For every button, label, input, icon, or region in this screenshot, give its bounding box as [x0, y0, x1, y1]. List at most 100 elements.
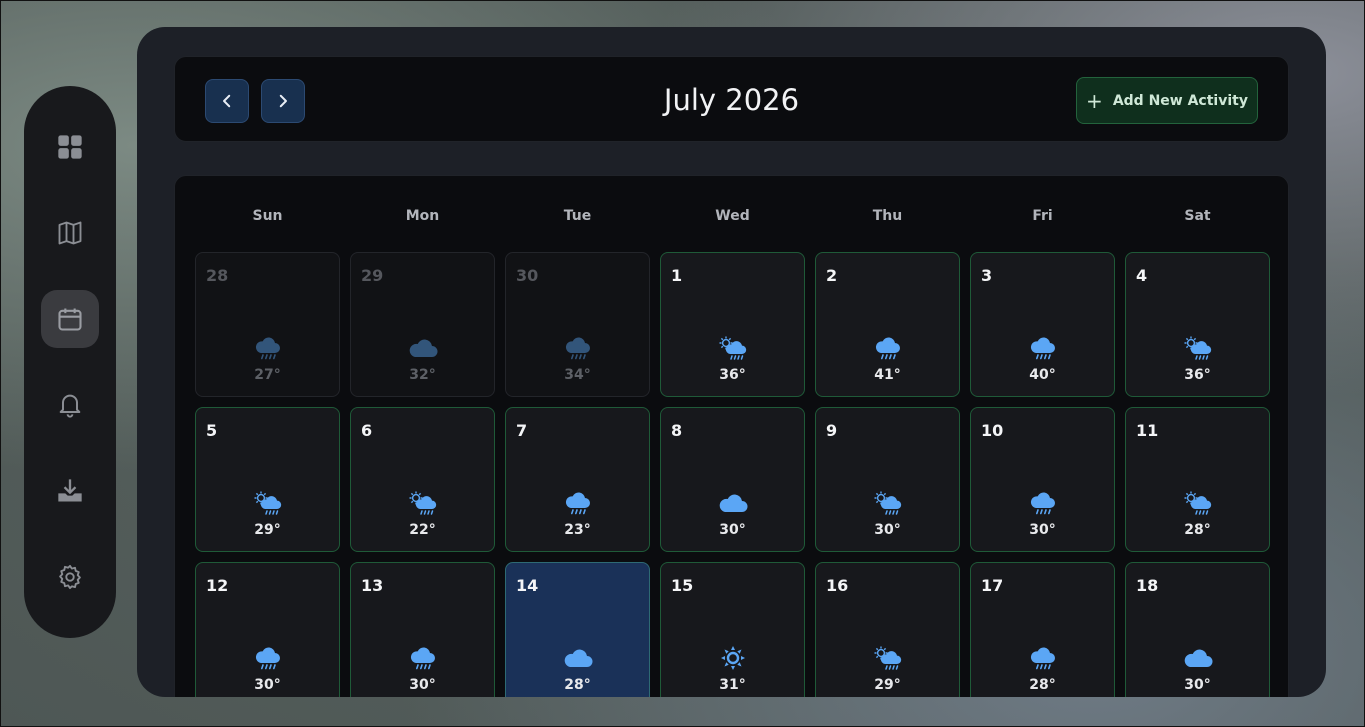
cloud-icon [718, 490, 748, 516]
calendar-day[interactable]: 2 41° [815, 252, 960, 397]
sun-icon [718, 645, 748, 671]
calendar-day[interactable]: 1 36° [660, 252, 805, 397]
weekday-label: Tue [563, 208, 592, 224]
day-temperature: 36° [1184, 367, 1211, 383]
cloud-icon [563, 645, 593, 671]
sun-rain-icon [1183, 490, 1213, 516]
rain-cloud-icon [1028, 645, 1058, 671]
calendar-day[interactable]: 16 29° [815, 562, 960, 697]
day-temperature: 29° [874, 677, 901, 693]
calendar-day[interactable]: 8 30° [660, 407, 805, 552]
day-number: 7 [516, 421, 528, 440]
calendar-day-today[interactable]: 14 28° [505, 562, 650, 697]
rain-cloud-icon [253, 335, 283, 361]
sun-rain-icon [1183, 335, 1213, 361]
day-temperature: 31° [719, 677, 746, 693]
calendar-day[interactable]: 29 32° [350, 252, 495, 397]
calendar-day[interactable]: 3 40° [970, 252, 1115, 397]
day-temperature: 30° [254, 677, 281, 693]
day-number: 5 [206, 421, 218, 440]
calendar-icon [58, 308, 82, 331]
sun-rain-icon [873, 645, 903, 671]
sidebar [24, 86, 116, 638]
add-activity-label: Add New Activity [1112, 92, 1248, 109]
rain-cloud-icon [408, 645, 438, 671]
rain-cloud-icon [1028, 490, 1058, 516]
day-number: 15 [671, 576, 694, 595]
sun-rain-icon [408, 490, 438, 516]
day-temperature: 28° [1184, 522, 1211, 538]
calendar-day[interactable]: 4 36° [1125, 252, 1270, 397]
day-temperature: 22° [409, 522, 436, 538]
day-temperature: 30° [1184, 677, 1211, 693]
day-number: 8 [671, 421, 683, 440]
calendar-day[interactable]: 6 22° [350, 407, 495, 552]
calendar-day[interactable]: 7 23° [505, 407, 650, 552]
day-number: 13 [361, 576, 384, 595]
calendar-day[interactable]: 9 30° [815, 407, 960, 552]
weekday-label: Sun [252, 208, 283, 224]
sun-rain-icon [718, 335, 748, 361]
sidebar-item-map[interactable] [41, 204, 99, 262]
dashboard-icon [58, 135, 82, 159]
day-number: 3 [981, 266, 993, 285]
day-temperature: 28° [1029, 677, 1056, 693]
calendar-header: July 2026 + Add New Activity [174, 56, 1289, 142]
sidebar-item-notifications[interactable] [41, 376, 99, 434]
sidebar-item-calendar[interactable] [41, 290, 99, 348]
rain-cloud-icon [253, 645, 283, 671]
day-number: 4 [1136, 266, 1148, 285]
day-temperature: 32° [409, 367, 436, 383]
sidebar-item-dashboard[interactable] [41, 118, 99, 176]
weekday-label: Thu [872, 208, 903, 224]
calendar-day[interactable]: 12 30° [195, 562, 340, 697]
sun-rain-icon [873, 490, 903, 516]
sun-rain-icon [253, 490, 283, 516]
day-number: 16 [826, 576, 849, 595]
day-number: 11 [1136, 421, 1159, 440]
sidebar-item-download[interactable] [41, 462, 99, 520]
calendar-day[interactable]: 18 30° [1125, 562, 1270, 697]
day-temperature: 30° [874, 522, 901, 538]
day-number: 29 [361, 266, 384, 285]
calendar-day[interactable]: 30 34° [505, 252, 650, 397]
calendar-panel: July 2026 + Add New Activity Sun Mon Tue We… [137, 27, 1326, 697]
map-icon [58, 221, 82, 245]
day-temperature: 36° [719, 367, 746, 383]
day-number: 18 [1136, 576, 1159, 595]
calendar-day[interactable]: 13 30° [350, 562, 495, 697]
day-temperature: 30° [409, 677, 436, 693]
day-temperature: 34° [564, 367, 591, 383]
rain-cloud-icon [563, 335, 593, 361]
calendar-day[interactable]: 15 31° [660, 562, 805, 697]
gear-icon [59, 564, 81, 590]
calendar-day[interactable]: 17 28° [970, 562, 1115, 697]
calendar-day[interactable]: 11 28° [1125, 407, 1270, 552]
cloud-icon [1183, 645, 1213, 671]
add-activity-button[interactable]: + Add New Activity [1076, 77, 1258, 124]
rain-cloud-icon [563, 490, 593, 516]
day-temperature: 30° [1029, 522, 1056, 538]
day-temperature: 27° [254, 367, 281, 383]
day-number: 30 [516, 266, 539, 285]
download-icon [58, 479, 82, 502]
day-number: 17 [981, 576, 1004, 595]
day-number: 1 [671, 266, 683, 285]
calendar-day[interactable]: 28 27° [195, 252, 340, 397]
day-number: 9 [826, 421, 838, 440]
day-number: 2 [826, 266, 838, 285]
day-temperature: 29° [254, 522, 281, 538]
sidebar-item-settings[interactable] [41, 548, 99, 606]
calendar-day[interactable]: 5 29° [195, 407, 340, 552]
day-number: 10 [981, 421, 1004, 440]
weekday-label: Mon [405, 208, 440, 224]
day-temperature: 28° [564, 677, 591, 693]
day-number: 28 [206, 266, 229, 285]
weekday-label: Wed [715, 208, 750, 224]
day-temperature: 23° [564, 522, 591, 538]
day-temperature: 41° [874, 367, 901, 383]
day-temperature: 30° [719, 522, 746, 538]
day-number: 14 [516, 576, 539, 595]
rain-cloud-icon [1028, 335, 1058, 361]
calendar-day[interactable]: 10 30° [970, 407, 1115, 552]
